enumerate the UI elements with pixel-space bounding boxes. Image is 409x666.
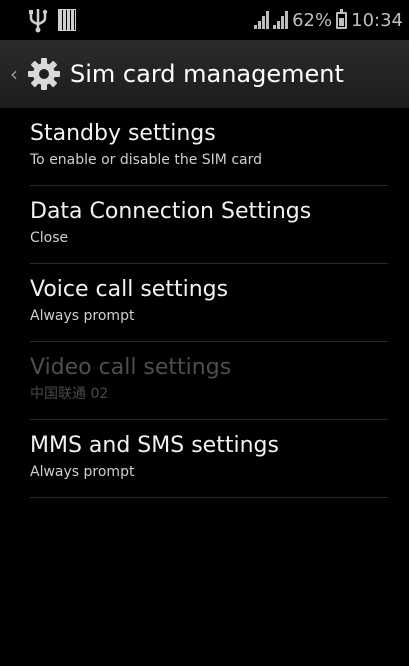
clock: 10:34: [351, 9, 403, 31]
mms-sms-settings-item[interactable]: MMS and SMS settings Always prompt: [30, 420, 388, 498]
signal-strength-sim2-icon: [273, 11, 289, 29]
data-connection-settings-item[interactable]: Data Connection Settings Close: [30, 186, 388, 264]
item-title: Voice call settings: [30, 277, 229, 302]
item-title: Data Connection Settings: [30, 199, 312, 224]
item-summary: 中国联通 02: [30, 386, 109, 402]
voice-call-settings-item[interactable]: Voice call settings Always prompt: [30, 264, 388, 342]
action-bar: ‹ Sim card management: [0, 40, 409, 108]
item-summary: To enable or disable the SIM card: [30, 152, 262, 168]
gear-icon[interactable]: [26, 56, 62, 92]
standby-settings-item[interactable]: Standby settings To enable or disable th…: [30, 108, 388, 186]
signal-strength-sim1-icon: [254, 11, 270, 29]
notification-icons: [28, 6, 76, 34]
item-summary: Close: [30, 230, 69, 246]
sd-card-icon: [58, 9, 76, 31]
settings-list: Standby settings To enable or disable th…: [30, 108, 388, 498]
video-call-settings-item: Video call settings 中国联通 02: [30, 342, 388, 420]
item-summary: Always prompt: [30, 464, 135, 480]
back-chevron-icon[interactable]: ‹: [10, 62, 22, 86]
item-title: Standby settings: [30, 121, 216, 146]
sim-card-management-screen: 62% 10:34 ‹ Sim card management Standby …: [0, 0, 409, 666]
item-summary: Always prompt: [30, 308, 135, 324]
battery-icon: [336, 8, 348, 29]
item-title: Video call settings: [30, 355, 232, 380]
battery-percent: 62%: [292, 9, 333, 31]
screen-title: Sim card management: [70, 60, 344, 88]
system-indicators: 62% 10:34: [254, 6, 403, 34]
item-title: MMS and SMS settings: [30, 433, 279, 458]
status-bar: 62% 10:34: [0, 0, 409, 40]
usb-icon: [29, 9, 48, 33]
